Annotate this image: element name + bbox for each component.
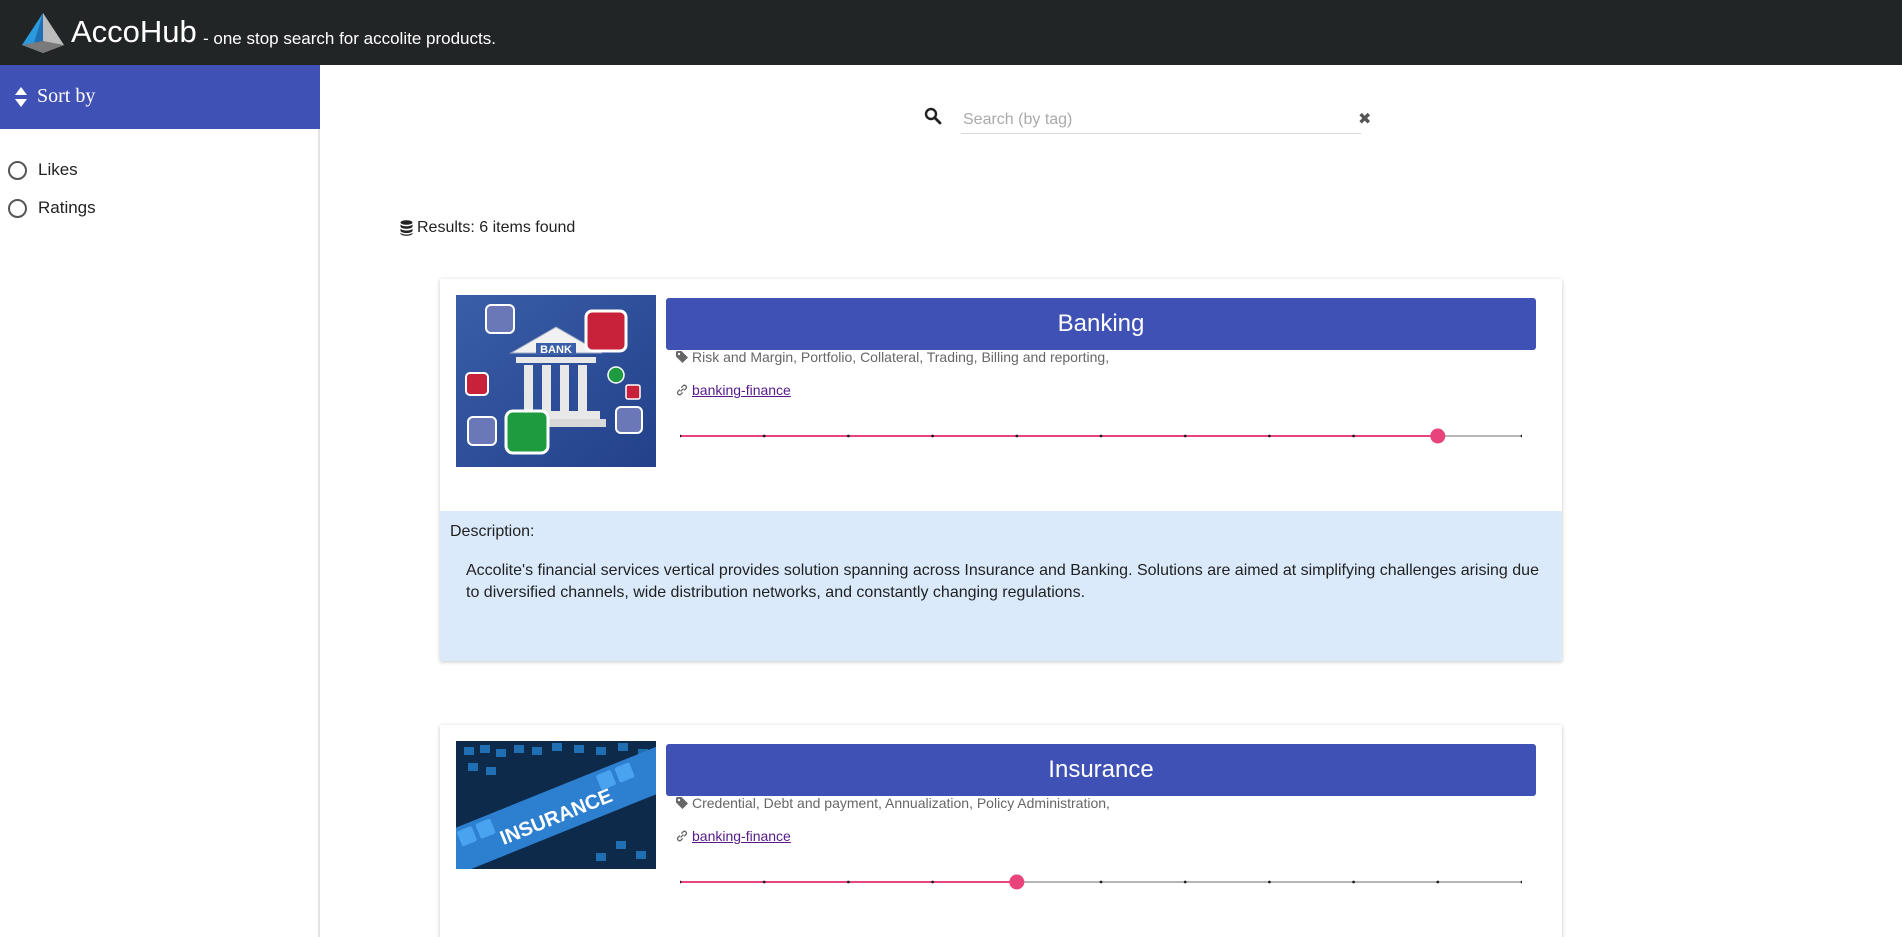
- sort-by-header: Sort by: [0, 65, 320, 129]
- card-link: banking-finance: [676, 828, 791, 844]
- slider-thumb[interactable]: [1009, 874, 1025, 890]
- bank-illustration-icon: BANK: [456, 295, 656, 467]
- slider-tick: [847, 434, 850, 438]
- slider-tick: [1520, 434, 1522, 438]
- sort-option-ratings[interactable]: Ratings: [8, 198, 96, 218]
- svg-text:BANK: BANK: [540, 344, 572, 356]
- results-label: Results: 6 items found: [417, 219, 576, 236]
- rating-slider[interactable]: [680, 872, 1522, 892]
- clear-search-icon[interactable]: ✖: [1358, 112, 1371, 128]
- search-icon: [924, 107, 942, 125]
- slider-tick: [1183, 434, 1187, 438]
- slider-tick: [762, 880, 766, 884]
- slider-thumb[interactable]: [1430, 428, 1446, 444]
- slider-tick: [1436, 880, 1440, 884]
- brand-tagline: - one stop search for accolite products.: [203, 29, 496, 48]
- card-tags: Risk and Margin, Portfolio, Collateral, …: [676, 349, 1109, 365]
- slider-tick: [1268, 434, 1271, 438]
- tag-icon: [676, 797, 688, 809]
- likes-radio[interactable]: [8, 160, 27, 180]
- slider-tick: [931, 880, 934, 884]
- tags-text: Credential, Debt and payment, Annualizat…: [692, 795, 1110, 811]
- slider-tick: [1352, 880, 1355, 884]
- sort-by-title: Sort by: [37, 85, 96, 107]
- slider-tick: [1099, 880, 1103, 884]
- link-icon: [676, 830, 688, 842]
- results-count: Results: 6 items found: [400, 219, 575, 237]
- product-card-insurance: INSURANCE Insurance Credential, Debt and…: [440, 725, 1562, 937]
- slider-tick: [847, 880, 850, 884]
- database-icon: [400, 220, 413, 236]
- product-card-banking: BANK Banking Risk and Margin, Portfolio,…: [440, 279, 1562, 661]
- slider-tick: [1183, 880, 1187, 884]
- slider-tick: [1352, 434, 1355, 438]
- sort-icon: [15, 87, 27, 107]
- slider-tick: [762, 434, 766, 438]
- slider-tick: [1015, 434, 1019, 438]
- insurance-illustration-icon: INSURANCE: [456, 741, 656, 869]
- slider-tick: [1520, 880, 1522, 884]
- search-input[interactable]: [961, 106, 1361, 134]
- brand-name[interactable]: AccoHub: [71, 14, 197, 50]
- card-title-insurance[interactable]: Insurance: [666, 744, 1536, 796]
- sort-option-likes[interactable]: Likes: [8, 160, 78, 180]
- tag-icon: [676, 351, 688, 363]
- description-label: Description:: [450, 523, 535, 540]
- slider-tick: [1099, 434, 1103, 438]
- card-link: banking-finance: [676, 382, 791, 398]
- description-text: Accolite's financial services vertical p…: [466, 562, 1539, 601]
- ratings-label: Ratings: [38, 198, 96, 217]
- card-title-banking[interactable]: Banking: [666, 298, 1536, 350]
- link-icon: [676, 384, 688, 396]
- slider-tick: [1268, 880, 1271, 884]
- card-description: Description: Accolite's financial servic…: [440, 511, 1562, 661]
- sidebar: Sort by Likes Ratings: [0, 65, 320, 937]
- likes-label: Likes: [38, 160, 78, 179]
- category-link[interactable]: banking-finance: [692, 828, 791, 844]
- accohub-logo-icon: [22, 13, 64, 53]
- card-tags: Credential, Debt and payment, Annualizat…: [676, 795, 1110, 811]
- ratings-radio[interactable]: [8, 198, 27, 218]
- category-link[interactable]: banking-finance: [692, 382, 791, 398]
- app-header: AccoHub - one stop search for accolite p…: [0, 0, 1902, 65]
- slider-tick: [931, 434, 934, 438]
- rating-slider[interactable]: [680, 426, 1522, 446]
- tags-text: Risk and Margin, Portfolio, Collateral, …: [692, 349, 1110, 365]
